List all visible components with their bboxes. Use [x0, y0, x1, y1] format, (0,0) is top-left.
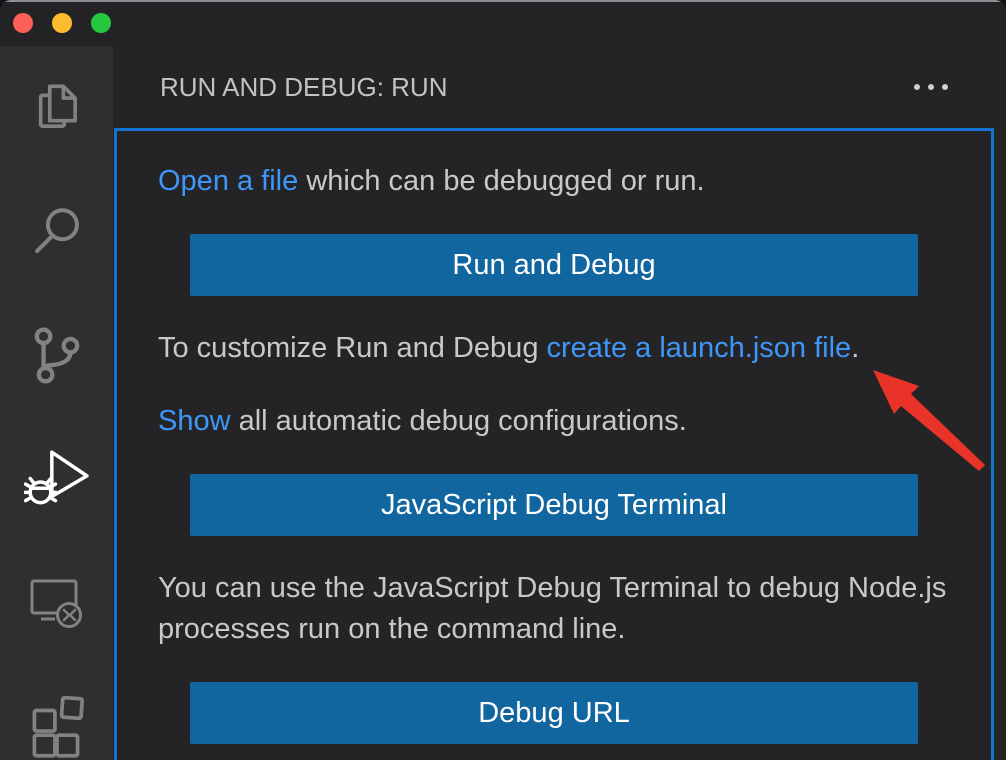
- activity-bar: [0, 46, 113, 760]
- sidebar-item-run-and-debug[interactable]: [0, 418, 113, 542]
- viewlet-content: Open a file which can be debugged or run…: [114, 128, 994, 760]
- terminal-info-text: You can use the JavaScript Debug Termina…: [158, 568, 950, 650]
- open-a-file-link[interactable]: Open a file: [158, 165, 298, 197]
- zoom-button[interactable]: [91, 13, 111, 33]
- traffic-lights: [13, 13, 111, 33]
- sidebar-item-source-control[interactable]: [0, 294, 113, 418]
- debug-icon: [24, 449, 90, 511]
- customize-text: To customize Run and Debug create a laun…: [158, 328, 950, 369]
- minimize-button[interactable]: [52, 13, 72, 33]
- extensions-icon: [27, 692, 87, 760]
- sidebar-item-search[interactable]: [0, 170, 113, 294]
- text-span: You can use the JavaScript Debug Termina…: [158, 572, 946, 645]
- titlebar: [0, 0, 1006, 46]
- source-control-icon: [32, 326, 82, 386]
- search-icon: [28, 202, 86, 262]
- debug-url-button[interactable]: Debug URL: [190, 682, 918, 744]
- ellipsis-icon: [942, 84, 948, 90]
- close-button[interactable]: [13, 13, 33, 33]
- vscode-window: RUN AND DEBUG: RUN Open a file which can…: [0, 0, 1006, 760]
- panel-header: RUN AND DEBUG: RUN: [113, 46, 1006, 128]
- window-top-edge: [0, 0, 1006, 2]
- ellipsis-icon: [914, 84, 920, 90]
- ellipsis-icon: [928, 84, 934, 90]
- run-and-debug-button[interactable]: Run and Debug: [190, 234, 918, 296]
- main-layout: RUN AND DEBUG: RUN Open a file which can…: [0, 46, 1006, 760]
- create-launch-json-link[interactable]: create a launch.json file: [547, 332, 852, 364]
- sidebar-item-remote-explorer[interactable]: [0, 542, 113, 666]
- text-span: To customize Run and Debug: [158, 332, 547, 364]
- text-span: all automatic debug configurations.: [231, 405, 687, 437]
- files-icon: [28, 78, 86, 138]
- open-file-text: Open a file which can be debugged or run…: [158, 161, 950, 202]
- show-configurations-link[interactable]: Show: [158, 405, 231, 437]
- show-configs-text: Show all automatic debug configurations.: [158, 401, 950, 442]
- panel-title: RUN AND DEBUG: RUN: [160, 72, 447, 103]
- more-actions-button[interactable]: [912, 78, 950, 96]
- sidebar-item-extensions[interactable]: [0, 666, 113, 760]
- text-span: .: [851, 332, 859, 364]
- text-span: which can be debugged or run.: [298, 165, 704, 197]
- remote-explorer-icon: [29, 577, 85, 631]
- javascript-debug-terminal-button[interactable]: JavaScript Debug Terminal: [190, 474, 918, 536]
- sidebar-item-explorer[interactable]: [0, 46, 113, 170]
- sidebar-panel: RUN AND DEBUG: RUN Open a file which can…: [113, 46, 1006, 760]
